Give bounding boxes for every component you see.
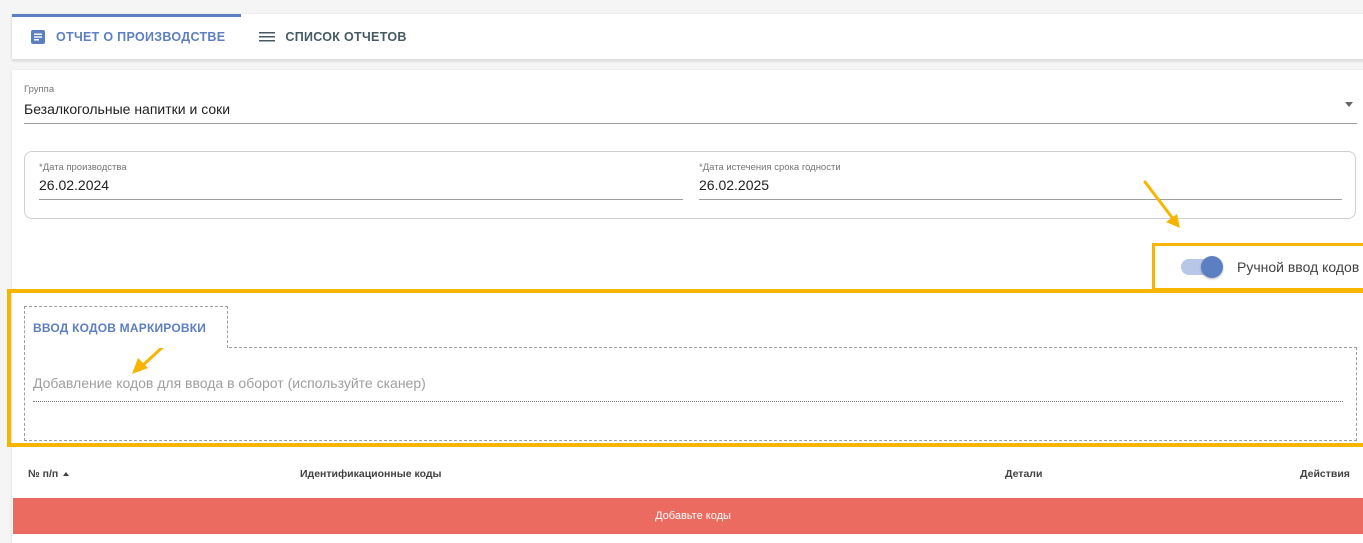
column-actions: Действия (1300, 468, 1350, 480)
production-date-field[interactable]: *Дата производства 26.02.2024 (39, 162, 683, 200)
empty-codes-banner: Добавьте коды (13, 498, 1363, 534)
chevron-down-icon[interactable] (1345, 102, 1353, 107)
switch-thumb (1201, 256, 1223, 278)
dates-box: *Дата производства 26.02.2024 *Дата исте… (24, 151, 1356, 219)
column-number-label: № п/п (28, 468, 59, 480)
tab-production-report[interactable]: ОТЧЕТ О ПРОИЗВОДСТВЕ (12, 14, 242, 59)
group-value: Безалкогольные напитки и соки (24, 101, 231, 117)
column-details: Детали (1005, 468, 1043, 480)
codes-panel (24, 347, 1357, 441)
list-icon (259, 30, 276, 44)
group-label: Группа (24, 84, 55, 95)
manual-entry-label: Ручной ввод кодов (1237, 259, 1360, 275)
report-form: Группа Безалкогольные напитки и соки *Да… (7, 70, 1363, 543)
document-icon (30, 29, 46, 45)
tab-report-list[interactable]: СПИСОК ОТЧЕТОВ (241, 14, 422, 59)
codes-section: ВВОД КОДОВ МАРКИРОВКИ (7, 289, 1363, 447)
sort-up-icon (63, 472, 70, 477)
column-codes: Идентификационные коды (300, 468, 442, 480)
table-header: № п/п Идентификационные коды Детали Дейс… (12, 458, 1363, 490)
production-date-value: 26.02.2024 (39, 177, 110, 193)
tab-label: ОТЧЕТ О ПРОИЗВОДСТВЕ (56, 29, 226, 44)
expiry-date-value: 26.02.2025 (699, 177, 770, 193)
manual-entry-switch[interactable] (1181, 256, 1223, 278)
group-select[interactable]: Группа Безалкогольные напитки и соки (24, 84, 1357, 124)
column-number[interactable]: № п/п (28, 468, 70, 480)
expiry-date-label: *Дата истечения срока годности (699, 162, 841, 173)
page: ОТЧЕТ О ПРОИЗВОДСТВЕ СПИСОК ОТЧЕТОВ Груп… (0, 0, 1363, 543)
codes-input[interactable] (33, 364, 1343, 402)
manual-entry-toggle-row: Ручной ввод кодов (1152, 243, 1363, 291)
expiry-date-field[interactable]: *Дата истечения срока годности 26.02.202… (699, 162, 1342, 200)
production-date-label: *Дата производства (39, 162, 127, 173)
tabs-bar: ОТЧЕТ О ПРОИЗВОДСТВЕ СПИСОК ОТЧЕТОВ (12, 14, 1363, 60)
tab-label: СПИСОК ОТЧЕТОВ (285, 29, 407, 44)
tab-marking-codes[interactable]: ВВОД КОДОВ МАРКИРОВКИ (24, 306, 228, 348)
